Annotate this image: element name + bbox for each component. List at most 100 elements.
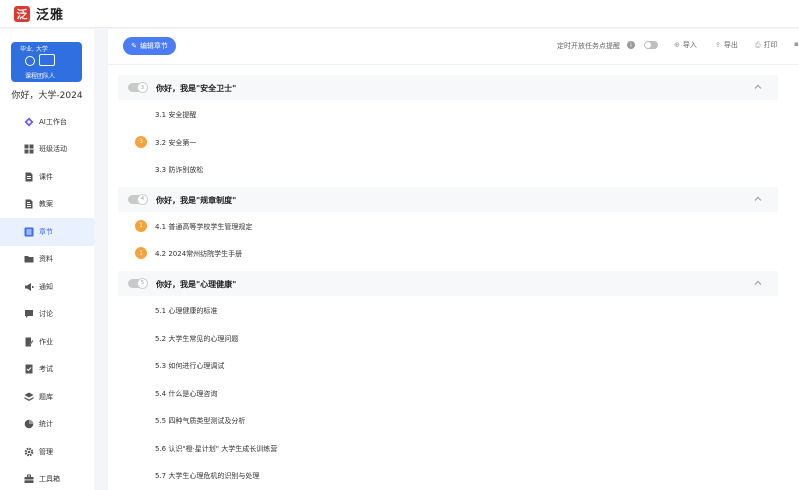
- print-icon: ⎙: [755, 40, 761, 49]
- sidebar-nav: AI工作台 班级活动 课件 教案 章节 资料 通知 讨论 作业 考试 题库 统计…: [0, 108, 94, 490]
- chapter-header[interactable]: 4 你好，我是"规章制度": [118, 186, 778, 212]
- toggle-knob: [645, 42, 651, 48]
- sidebar-item-label: AI工作台: [39, 117, 67, 126]
- section-item[interactable]: 1 4.1 普通高等学校学生管理规定: [118, 212, 778, 240]
- sidebar-item-notice[interactable]: 通知: [0, 273, 94, 301]
- section-item[interactable]: 3.3 防诈别放松: [118, 155, 778, 183]
- sidebar: 毕业, 大学 课程团队人 你好，大学-2024 AI工作台 班级活动 课件 教案…: [0, 29, 108, 490]
- top-bar: 泛 泛雅: [0, 0, 799, 28]
- section-title: 5.7 大学生心理危机的识别与处理: [155, 471, 260, 480]
- sidebar-item-homework[interactable]: 作业: [0, 328, 94, 356]
- chapter-visibility-toggle[interactable]: 4: [128, 193, 148, 205]
- sidebar-gutter: [94, 29, 108, 490]
- section-item[interactable]: 3.1 安全提醒: [118, 100, 778, 128]
- list-icon: [24, 227, 34, 237]
- sidebar-item-toolbox[interactable]: 工具箱: [0, 466, 94, 490]
- chevron-up-icon[interactable]: [753, 194, 763, 204]
- task-count-badge: 3: [135, 135, 147, 148]
- sidebar-item-exam[interactable]: 考试: [0, 356, 94, 384]
- course-cover-image[interactable]: 毕业, 大学 课程团队人: [11, 42, 82, 82]
- chapter-title: 你好，我是"心理健康": [156, 279, 237, 289]
- section-title: 3.2 安全第一: [155, 138, 197, 147]
- sidebar-item-courseware[interactable]: 课件: [0, 163, 94, 191]
- chapter-visibility-toggle[interactable]: 3: [128, 82, 148, 93]
- exam-icon: [24, 364, 34, 374]
- print-label: 打印: [763, 41, 778, 49]
- course-name: 你好，大学-2024: [11, 91, 83, 101]
- chat-icon: [24, 309, 34, 319]
- import-label: 导入: [682, 41, 697, 49]
- chevron-up-icon[interactable]: [753, 278, 763, 288]
- sidebar-item-label: 考试: [39, 365, 53, 374]
- scheduled-reminder-label: 定时开放任务点提醒: [557, 42, 620, 50]
- cover-doodle-box: [39, 54, 55, 66]
- section-item[interactable]: 5.3 如何进行心理调试: [118, 351, 778, 379]
- edit-chapters-button[interactable]: ✎ 编辑章节: [123, 37, 176, 55]
- section-title: 5.2 大学生常见的心理问题: [155, 334, 239, 343]
- pie-icon: [24, 419, 34, 429]
- sidebar-item-class-activity[interactable]: 班级活动: [0, 136, 94, 164]
- logo-icon: 泛: [14, 5, 30, 22]
- sidebar-item-label: 教案: [39, 200, 53, 209]
- section-item[interactable]: 5.6 认识"橙·星计划" 大学生成长训练营: [118, 434, 778, 462]
- chapter-visibility-toggle[interactable]: 5: [128, 277, 148, 289]
- more-tools-button[interactable]: ▪: [794, 40, 799, 48]
- sidebar-item-label: 课件: [39, 172, 53, 181]
- sidebar-item-label: 作业: [39, 337, 53, 346]
- document-icon: [24, 199, 34, 209]
- section-item[interactable]: 5.4 什么是心理咨询: [118, 379, 778, 407]
- sidebar-item-chapters[interactable]: 章节: [0, 218, 94, 246]
- main-panel: ✎ 编辑章节 定时开放任务点提醒 i ⊕ 导入 ⇪ 导出 ⎙ 打印 ▪ 3 你好…: [108, 29, 799, 490]
- sidebar-item-materials[interactable]: 资料: [0, 246, 94, 274]
- section-title: 5.1 心理健康的标准: [155, 306, 218, 315]
- cover-doodle-circle: [25, 56, 35, 66]
- sidebar-item-discussion[interactable]: 讨论: [0, 301, 94, 329]
- sidebar-item-label: 通知: [39, 282, 53, 291]
- import-button[interactable]: ⊕ 导入: [674, 40, 697, 50]
- chapter-number: 5: [137, 277, 148, 289]
- sidebar-item-label: 班级活动: [39, 145, 67, 154]
- cover-doodle-text: 毕业, 大学: [20, 46, 48, 53]
- edit-chapters-label: 编辑章节: [139, 42, 168, 50]
- section-item[interactable]: 5.1 心理健康的标准: [118, 296, 778, 324]
- sidebar-item-management[interactable]: 管理: [0, 438, 94, 466]
- sidebar-item-lesson-plan[interactable]: 教案: [0, 191, 94, 219]
- chapter-header[interactable]: 3 你好，我是"安全卫士": [118, 75, 778, 100]
- sidebar-item-label: 题库: [39, 392, 53, 401]
- section-item[interactable]: 5.2 大学生常见的心理问题: [118, 324, 778, 352]
- folder-icon: [24, 254, 34, 264]
- chapter-list: 3 你好，我是"安全卫士" 3.1 安全提醒 3 3.2 安全第一 3.3 防诈…: [118, 75, 778, 480]
- sidebar-item-question-bank[interactable]: 题库: [0, 383, 94, 411]
- chapter-number: 3: [137, 82, 148, 93]
- task-count-badge: 1: [135, 219, 147, 232]
- sidebar-item-statistics[interactable]: 统计: [0, 411, 94, 439]
- cover-caption: 课程团队人: [25, 73, 56, 80]
- info-icon[interactable]: i: [627, 41, 635, 49]
- print-button[interactable]: ⎙ 打印: [755, 40, 778, 50]
- sidebar-item-label: 管理: [39, 447, 53, 456]
- chapter-header[interactable]: 5 你好，我是"心理健康": [118, 270, 778, 296]
- section-item[interactable]: 5.7 大学生心理危机的识别与处理: [118, 462, 778, 480]
- sidebar-item-label: 资料: [39, 255, 53, 264]
- megaphone-icon: [24, 282, 34, 292]
- section-title: 3.3 防诈别放松: [155, 166, 204, 175]
- section-title: 4.2 2024常州纺院学生手册: [155, 250, 243, 259]
- sidebar-item-label: 讨论: [39, 310, 53, 319]
- chevron-up-icon[interactable]: [753, 82, 763, 92]
- stack-icon: [24, 392, 34, 402]
- import-icon: ⊕: [674, 41, 680, 49]
- section-item[interactable]: 3 3.2 安全第一: [118, 128, 778, 156]
- section-item[interactable]: 1 4.2 2024常州纺院学生手册: [118, 239, 778, 267]
- chapter-toolbar: ✎ 编辑章节 定时开放任务点提醒 i ⊕ 导入 ⇪ 导出 ⎙ 打印 ▪: [108, 29, 799, 65]
- sidebar-item-label: 统计: [39, 420, 53, 429]
- export-button[interactable]: ⇪ 导出: [715, 40, 738, 50]
- scheduled-reminder-toggle[interactable]: [644, 41, 658, 49]
- sidebar-item-label: 章节: [39, 227, 53, 236]
- toolbox-icon: [24, 474, 34, 484]
- section-title: 5.4 什么是心理咨询: [155, 389, 218, 398]
- sidebar-item-ai-workbench[interactable]: AI工作台: [0, 108, 94, 136]
- section-title: 4.1 普通高等学校学生管理规定: [155, 222, 253, 231]
- chapter-title: 你好，我是"规章制度": [156, 195, 237, 205]
- section-item[interactable]: 5.5 四种气质类型测试及分析: [118, 406, 778, 434]
- ai-workbench-icon: [24, 117, 34, 127]
